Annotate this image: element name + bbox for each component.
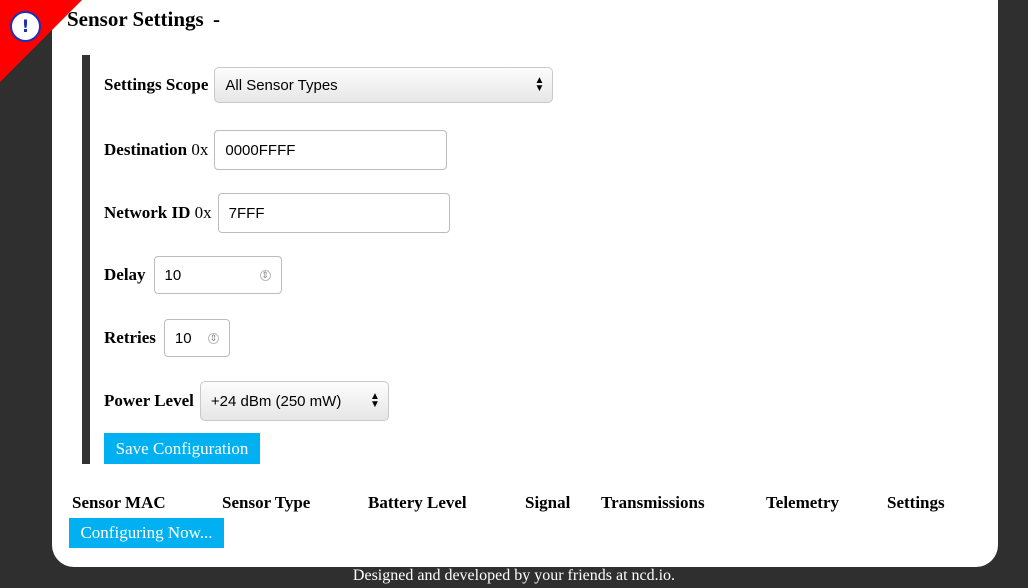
- settings-scope-select[interactable]: All Sensor Types ▲ ▼: [214, 67, 554, 103]
- select-arrows-icon: ▲ ▼: [534, 75, 545, 94]
- delay-row: Delay 10 ⇕: [104, 256, 282, 294]
- delay-label: Delay: [104, 265, 146, 284]
- collapse-toggle[interactable]: -: [213, 7, 220, 31]
- settings-scope-row: Settings Scope All Sensor Types ▲ ▼: [104, 67, 554, 103]
- column-header-telemetry: Telemetry: [766, 493, 840, 512]
- select-arrows-icon: ▲ ▼: [369, 391, 380, 410]
- delay-input[interactable]: 10 ⇕: [153, 256, 282, 294]
- exclamation-icon[interactable]: !: [10, 11, 41, 42]
- destination-prefix: 0x: [191, 140, 209, 159]
- network-id-row: Network ID 0x 7FFF: [104, 193, 450, 233]
- destination-row: Destination 0x 0000FFFF: [104, 130, 448, 170]
- column-header-settings: Settings: [887, 493, 945, 512]
- power-level-value: +24 dBm (250 mW): [210, 392, 342, 410]
- power-level-select[interactable]: +24 dBm (250 mW) ▲ ▼: [199, 381, 389, 421]
- page-title: Sensor Settings -: [63, 7, 220, 32]
- retries-row: Retries 10 ⇕: [104, 319, 230, 357]
- footer-text: Designed and developed by your friends a…: [352, 567, 676, 584]
- destination-label: Destination 0x: [104, 140, 209, 159]
- configuring-now-button[interactable]: Configuring Now...: [69, 518, 224, 548]
- stepper-icon[interactable]: ⇕: [207, 332, 219, 344]
- settings-scope-value: All Sensor Types: [225, 76, 338, 94]
- settings-scope-label: Settings Scope: [104, 75, 209, 94]
- retries-input[interactable]: 10 ⇕: [163, 319, 230, 357]
- column-header-signal: Signal: [525, 493, 571, 512]
- network-id-label: Network ID 0x: [104, 203, 212, 222]
- page-title-text: Sensor Settings: [67, 7, 204, 31]
- retries-label: Retries: [104, 328, 156, 347]
- column-header-battery-level: Battery Level: [368, 493, 467, 512]
- power-level-label: Power Level: [104, 391, 194, 410]
- section-left-bar: [82, 55, 90, 464]
- stepper-icon[interactable]: ⇕: [259, 269, 271, 281]
- destination-input[interactable]: 0000FFFF: [214, 130, 448, 170]
- power-level-row: Power Level +24 dBm (250 mW) ▲ ▼: [104, 381, 389, 421]
- network-id-prefix: 0x: [194, 203, 212, 222]
- column-header-sensor-mac: Sensor MAC: [72, 493, 166, 512]
- column-header-transmissions: Transmissions: [601, 493, 705, 512]
- save-configuration-button[interactable]: Save Configuration: [104, 433, 260, 464]
- column-header-sensor-type: Sensor Type: [222, 493, 311, 512]
- network-id-input[interactable]: 7FFF: [217, 193, 450, 233]
